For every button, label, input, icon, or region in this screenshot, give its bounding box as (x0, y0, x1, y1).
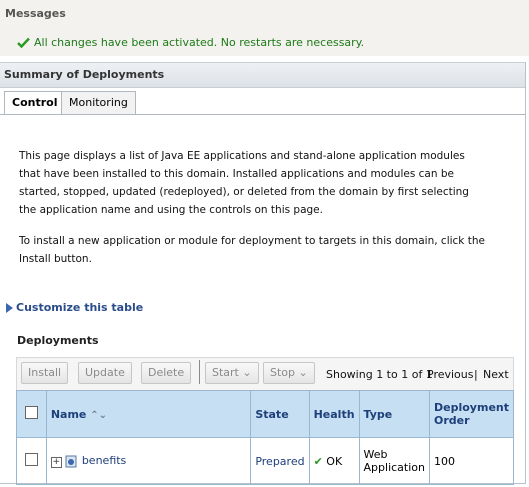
health-value: OK (326, 454, 343, 468)
summary-header: Summary of Deployments (0, 62, 525, 88)
row-checkbox[interactable] (24, 453, 38, 466)
start-dropdown-button[interactable]: Start ⌄ (205, 362, 259, 384)
update-button[interactable]: Update (78, 362, 132, 384)
sort-arrows-icon[interactable]: ⌃⌄ (90, 410, 107, 421)
plus-expand-icon[interactable]: + (50, 457, 62, 468)
column-header-deployment-order[interactable]: Deployment Order (429, 390, 514, 438)
install-button[interactable]: Install (21, 362, 69, 384)
deployments-table: Name ⌃⌄ State Health Type Deployment Ord… (16, 390, 514, 485)
stop-dropdown-button[interactable]: Stop ⌄ (263, 362, 315, 384)
checkmark-icon: ✔ (313, 454, 323, 468)
next-link[interactable]: Next (483, 368, 509, 381)
tab-monitoring[interactable]: Monitoring (61, 91, 136, 114)
stop-label: Stop (270, 366, 296, 379)
customize-table-link[interactable]: Customize this table (6, 301, 143, 314)
deployments-title: Deployments (17, 334, 99, 347)
type-cell: Web Application (358, 437, 431, 485)
pager-status: Showing 1 to 1 of 1 (326, 368, 433, 381)
column-header-state[interactable]: State (250, 390, 310, 438)
success-message-text: All changes have been activated. No rest… (34, 36, 365, 49)
messages-panel: Messages All changes have been activated… (0, 0, 529, 56)
column-header-name[interactable]: Name ⌃⌄ (45, 390, 252, 438)
table-header-row: Name ⌃⌄ State Health Type Deployment Ord… (16, 390, 514, 438)
column-header-health[interactable]: Health (308, 390, 360, 438)
column-header-type[interactable]: Type (358, 390, 431, 438)
order-cell: 100 (429, 437, 514, 485)
toolbar-separator (199, 360, 200, 384)
start-label: Start (212, 366, 239, 379)
messages-title: Messages (5, 7, 66, 20)
row-select-cell (16, 437, 47, 485)
tab-control[interactable]: Control (4, 91, 66, 115)
application-icon (65, 455, 77, 468)
select-all-cell (16, 390, 47, 438)
previous-link[interactable]: Previous (427, 368, 474, 381)
health-cell: ✔ OK (308, 437, 360, 485)
install-instructions: To install a new application or module f… (19, 235, 485, 265)
customize-label: Customize this table (16, 301, 144, 314)
chevron-down-icon: ⌄ (242, 366, 252, 379)
checkmark-icon (17, 37, 30, 48)
table-row: + benefits Prepared ✔ OK Web Application… (16, 437, 514, 485)
delete-button[interactable]: Delete (141, 362, 192, 384)
column-name-label: Name (50, 407, 87, 421)
description-paragraph: This page displays a list of Java EE app… (19, 150, 469, 216)
pager-separator: | (474, 368, 478, 381)
select-all-checkbox[interactable] (24, 406, 38, 419)
chevron-down-icon: ⌄ (298, 366, 308, 379)
name-cell: + benefits (45, 437, 252, 485)
deployment-name-link[interactable]: benefits (82, 454, 126, 467)
tab-underline (0, 114, 525, 115)
deployments-toolbar: Install Update Delete Start ⌄ Stop ⌄ Sho… (16, 357, 514, 391)
summary-title: Summary of Deployments (4, 68, 165, 81)
success-message: All changes have been activated. No rest… (17, 36, 364, 49)
state-link[interactable]: Prepared (255, 455, 304, 468)
state-cell: Prepared (250, 437, 310, 485)
triangle-right-icon (6, 302, 13, 313)
